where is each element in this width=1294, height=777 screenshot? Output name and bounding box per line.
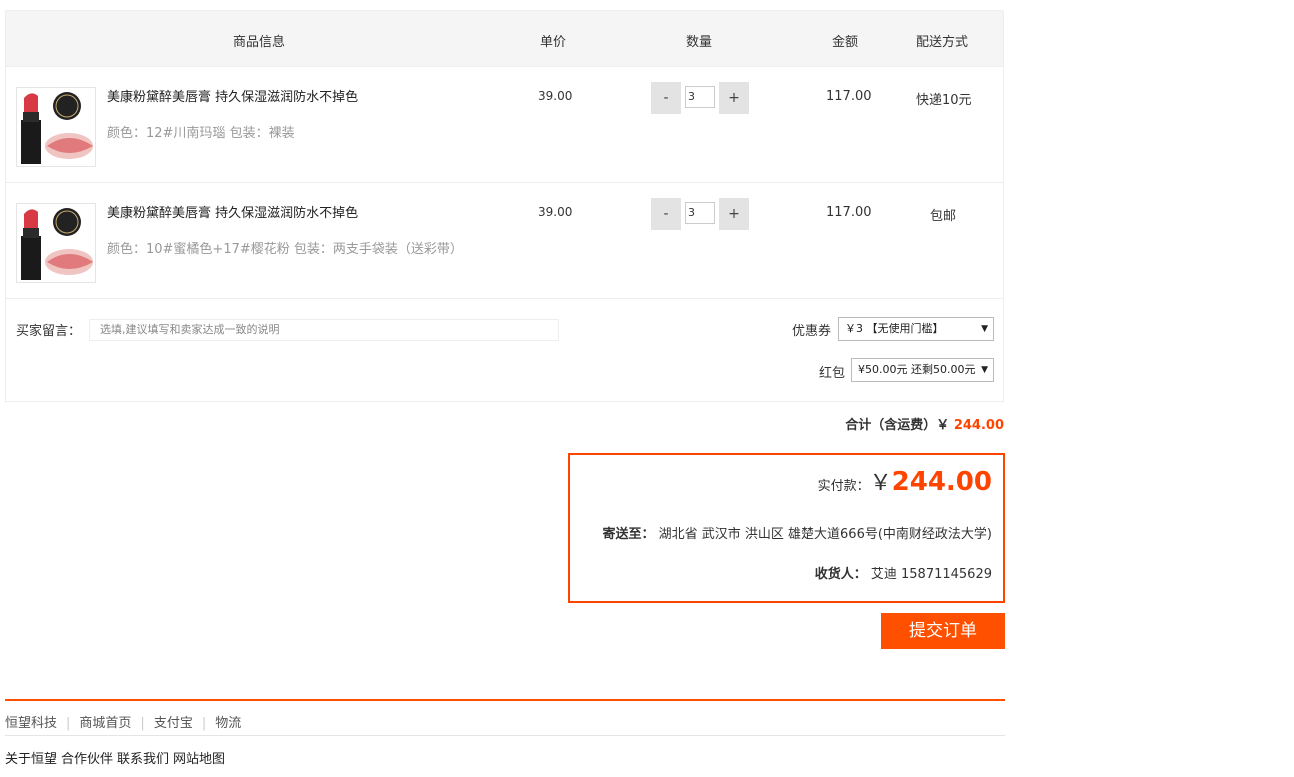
submit-order-button[interactable]: 提交订单 bbox=[881, 613, 1005, 649]
item-title[interactable]: 美康粉黛醉美唇膏 持久保湿滋润防水不掉色 bbox=[107, 202, 358, 221]
red-packet-select[interactable]: ¥50.00元 还剩50.00元 ▼ bbox=[851, 358, 994, 382]
footer-nav-item[interactable]: 支付宝 bbox=[154, 716, 193, 731]
ship-to-label: 寄送至： bbox=[602, 527, 655, 542]
item-shipping-method: 包邮 bbox=[930, 209, 957, 224]
footer-nav-item[interactable]: 物流 bbox=[215, 716, 241, 731]
item-amount: 117.00 bbox=[826, 89, 872, 104]
footer-nav-item[interactable]: 恒望科技 bbox=[5, 716, 57, 731]
actual-payment-amount: 244.00 bbox=[891, 467, 992, 497]
footer-links: 关于恒望 合作伙伴 联系我们 网站地图 bbox=[5, 748, 229, 767]
item-attributes: 颜色：10#蜜橘色+17#樱花粉 包装：两支手袋装（送彩带） bbox=[107, 242, 463, 257]
header-amount: 金额 bbox=[832, 35, 859, 50]
header-quantity: 数量 bbox=[686, 35, 713, 50]
decrease-quantity-button[interactable]: - bbox=[651, 82, 681, 114]
increase-quantity-button[interactable]: + bbox=[719, 82, 749, 114]
actual-payment-label: 实付款： bbox=[817, 479, 870, 494]
item-title[interactable]: 美康粉黛醉美唇膏 持久保湿滋润防水不掉色 bbox=[107, 86, 358, 105]
coupon-label: 优惠券 bbox=[792, 324, 832, 339]
actual-payment-line: 实付款：￥244.00 bbox=[818, 465, 992, 497]
lipstick-product-image[interactable] bbox=[16, 87, 96, 167]
cart-table-header: 商品信息 单价 数量 金额 配送方式 bbox=[5, 10, 1004, 67]
item-unit-price: 39.00 bbox=[538, 89, 573, 103]
coupon-select[interactable]: ￥3 【无使用门槛】 ▼ bbox=[838, 317, 994, 341]
footer-nav-separator: | bbox=[201, 716, 207, 731]
receiver-info: 艾迪 15871145629 bbox=[870, 567, 992, 582]
item-shipping-method: 快递10元 bbox=[916, 93, 972, 108]
buyer-message-input[interactable]: 选填,建议填写和卖家达成一致的说明 bbox=[89, 319, 559, 341]
footer-divider-thin bbox=[5, 735, 1005, 736]
currency-symbol: ￥ bbox=[869, 471, 892, 496]
lipstick-image-graphic bbox=[21, 208, 93, 280]
header-product-info: 商品信息 bbox=[233, 35, 286, 50]
order-options-panel: 买家留言： 选填,建议填写和卖家达成一致的说明 优惠券 ￥3 【无使用门槛】 ▼… bbox=[5, 298, 1004, 402]
order-total-label: 合计（含运费）￥ bbox=[845, 418, 950, 433]
footer-link[interactable]: 关于恒望 bbox=[5, 752, 57, 767]
buyer-message-label: 买家留言： bbox=[16, 324, 82, 339]
receiver-label: 收货人： bbox=[814, 567, 867, 582]
item-attributes: 颜色：12#川南玛瑙 包装：裸装 bbox=[107, 126, 295, 141]
quantity-input[interactable]: 3 bbox=[685, 86, 715, 108]
footer-nav: 恒望科技 | 商城首页 | 支付宝 | 物流 bbox=[5, 712, 241, 731]
footer-nav-item[interactable]: 商城首页 bbox=[79, 716, 131, 731]
order-total-value: 244.00 bbox=[953, 418, 1004, 433]
order-total: 合计（含运费）￥ 244.00 bbox=[845, 414, 1004, 433]
quantity-input[interactable]: 3 bbox=[685, 202, 715, 224]
increase-quantity-button[interactable]: + bbox=[719, 198, 749, 230]
dropdown-arrow-icon: ▼ bbox=[981, 324, 988, 334]
item-unit-price: 39.00 bbox=[538, 205, 573, 219]
lipstick-product-image[interactable] bbox=[16, 203, 96, 283]
decrease-quantity-button[interactable]: - bbox=[651, 198, 681, 230]
header-delivery: 配送方式 bbox=[916, 35, 969, 50]
receiver-line: 收货人： 艾迪 15871145629 bbox=[815, 563, 992, 582]
cart-item-row: 美康粉黛醉美唇膏 持久保湿滋润防水不掉色 颜色：10#蜜橘色+17#樱花粉 包装… bbox=[5, 183, 1004, 299]
ship-to-address: 湖北省 武汉市 洪山区 雄楚大道666号(中南财经政法大学) bbox=[658, 527, 992, 542]
ship-to-line: 寄送至： 湖北省 武汉市 洪山区 雄楚大道666号(中南财经政法大学) bbox=[602, 523, 992, 542]
red-packet-label: 红包 bbox=[819, 366, 846, 381]
footer-divider bbox=[5, 699, 1005, 701]
payment-summary-box: 实付款：￥244.00 寄送至： 湖北省 武汉市 洪山区 雄楚大道666号(中南… bbox=[568, 453, 1005, 603]
footer-link[interactable]: 网站地图 bbox=[173, 752, 225, 767]
footer-link[interactable]: 合作伙伴 bbox=[61, 752, 113, 767]
footer-nav-separator: | bbox=[66, 716, 71, 731]
red-packet-selected-value: ¥50.00元 还剩50.00元 bbox=[858, 363, 976, 376]
item-amount: 117.00 bbox=[826, 205, 872, 220]
lipstick-image-graphic bbox=[21, 92, 93, 164]
dropdown-arrow-icon: ▼ bbox=[981, 365, 988, 375]
coupon-selected-value: ￥3 【无使用门槛】 bbox=[845, 322, 944, 335]
footer-link[interactable]: 联系我们 bbox=[117, 752, 169, 767]
footer-nav-separator: | bbox=[140, 716, 145, 731]
cart-item-row: 美康粉黛醉美唇膏 持久保湿滋润防水不掉色 颜色：12#川南玛瑙 包装：裸装 39… bbox=[5, 67, 1004, 183]
header-unit-price: 单价 bbox=[540, 35, 567, 50]
